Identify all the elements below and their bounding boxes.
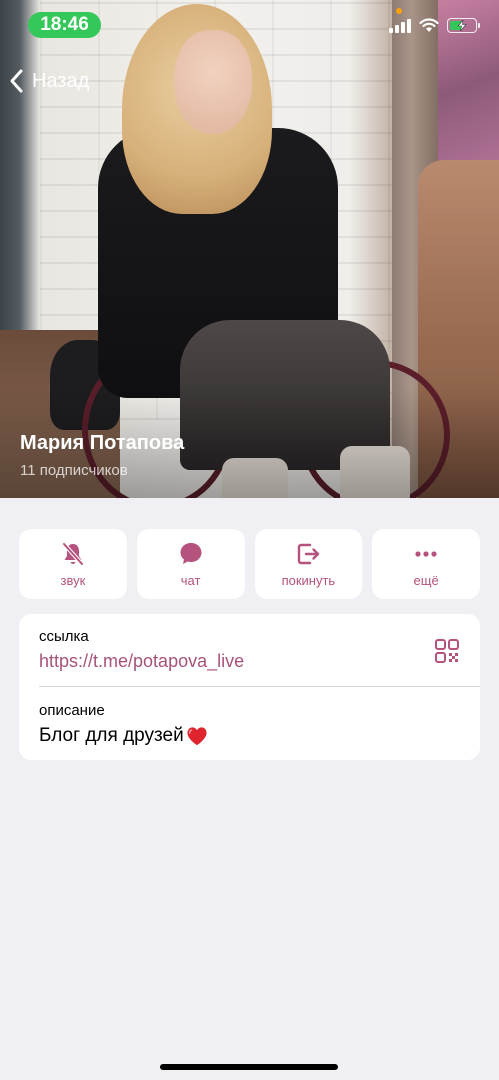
battery-charging-icon	[447, 18, 480, 33]
description-text-row: Блог для друзей	[39, 725, 464, 747]
leave-button[interactable]: покинуть	[254, 529, 363, 599]
more-button[interactable]: ещё	[372, 529, 480, 599]
status-time: 18:46	[28, 12, 101, 38]
chat-button[interactable]: чат	[136, 529, 245, 599]
status-icons	[389, 18, 480, 33]
description-row: описание Блог для друзей	[39, 702, 464, 747]
channel-link[interactable]: https://t.me/potapova_live	[39, 651, 464, 672]
chat-bubble-icon	[180, 542, 202, 564]
chat-label: чат	[180, 572, 201, 588]
mute-button[interactable]: звук	[19, 529, 127, 599]
leave-label: покинуть	[281, 572, 336, 588]
description-label: описание	[39, 702, 105, 719]
more-label: ещё	[413, 572, 439, 588]
cellular-signal-icon	[389, 18, 411, 33]
back-label: Назад	[32, 69, 90, 92]
mute-label: звук	[60, 572, 86, 588]
red-heart-icon	[187, 727, 207, 746]
back-button[interactable]: Назад	[8, 68, 89, 94]
leave-icon	[298, 543, 320, 564]
home-indicator[interactable]	[160, 1064, 338, 1070]
subscriber-count: 11 подписчиков	[20, 462, 128, 479]
link-label: ссылка	[39, 628, 89, 645]
more-dots-icon	[415, 550, 437, 557]
wifi-icon	[419, 18, 439, 32]
channel-name: Мария Потапова	[20, 432, 185, 454]
action-buttons: звук чат покинуть ещё	[19, 529, 480, 599]
bell-slash-icon	[62, 542, 84, 565]
divider	[39, 686, 480, 687]
qr-code-icon[interactable]	[434, 638, 460, 664]
person-face	[174, 30, 252, 134]
channel-info-card: ссылка https://t.me/potapova_live описан…	[19, 614, 480, 760]
description-text: Блог для друзей	[39, 725, 184, 746]
privacy-indicator-dot	[396, 8, 402, 14]
link-row[interactable]: ссылка https://t.me/potapova_live	[39, 628, 464, 688]
chevron-left-icon	[10, 69, 23, 93]
